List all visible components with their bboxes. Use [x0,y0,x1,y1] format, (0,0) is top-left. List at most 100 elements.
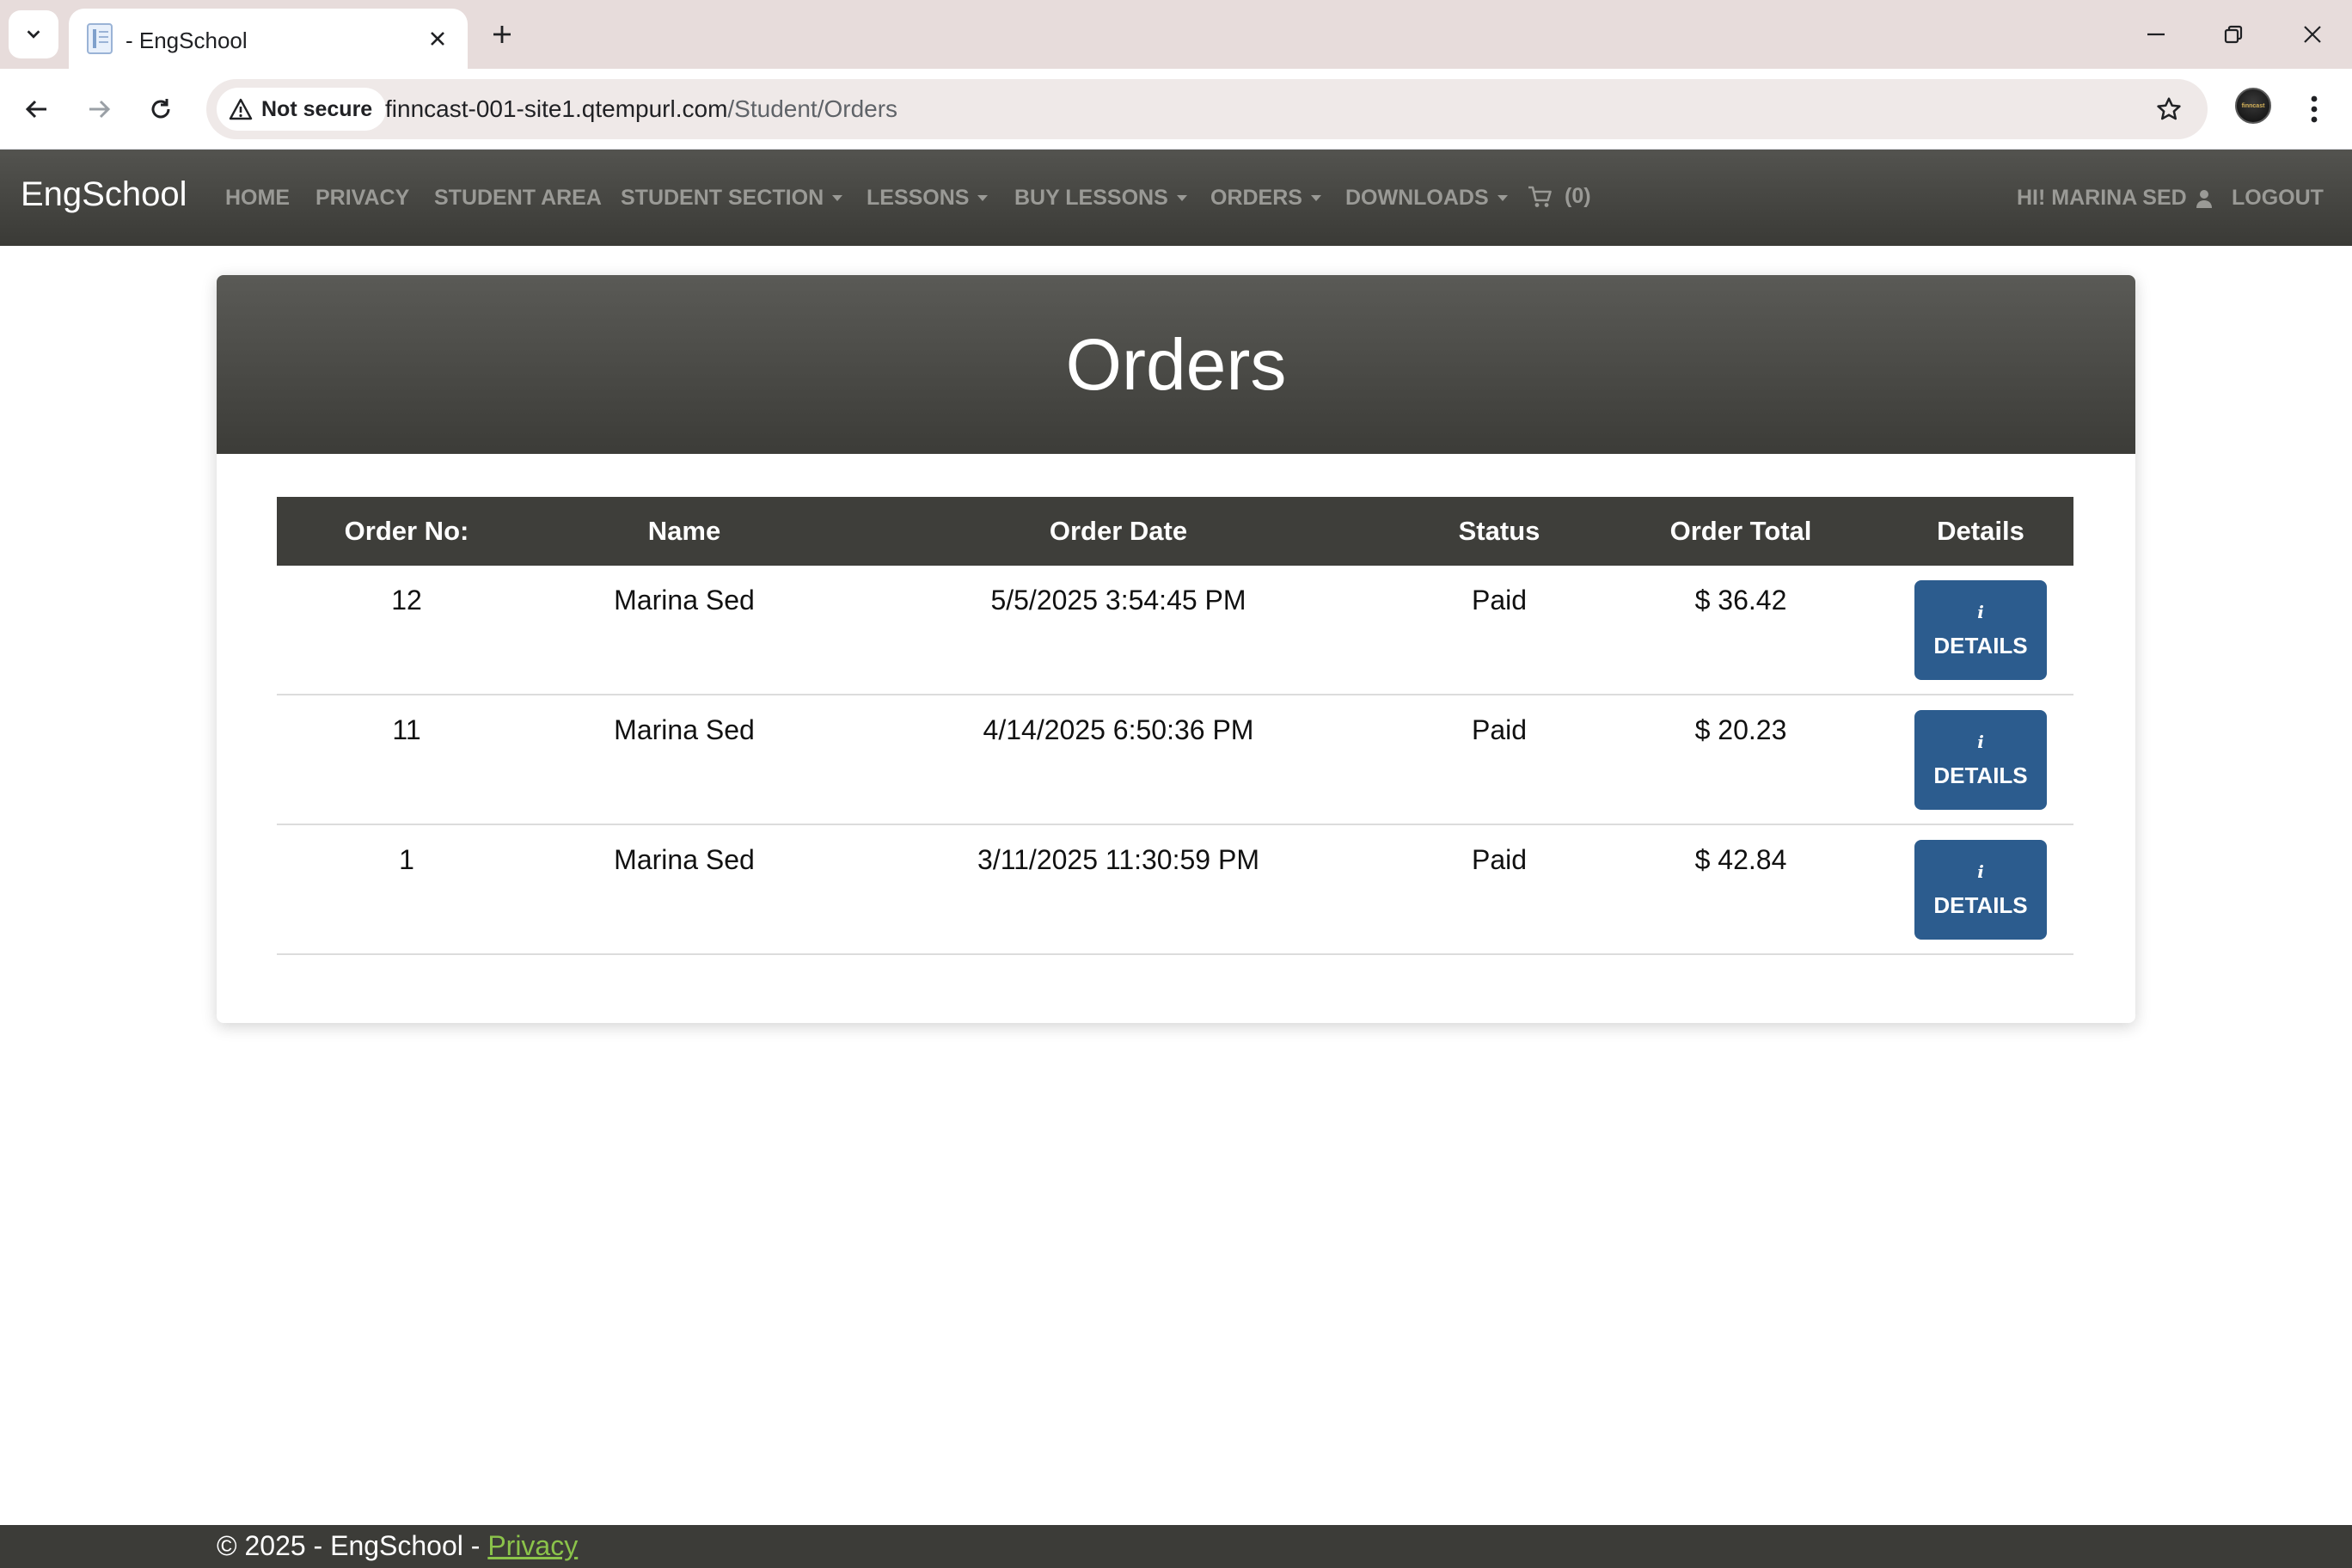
caret-down-icon [1310,195,1321,201]
nav-student-area-label: STUDENT AREA [434,186,602,210]
cell-order-total: $ 20.23 [1694,714,1787,745]
nav-downloads-label: DOWNLOADS [1345,186,1489,210]
column-header-order-total: Order Total [1669,516,1812,546]
star-icon [2157,97,2181,120]
arrow-right-icon [89,100,111,119]
table-header: Order No: Name Order Date Status Order T… [277,497,2073,566]
column-header-status: Status [1458,516,1540,546]
cell-status: Paid [1471,844,1528,875]
nav-lessons-dropdown[interactable]: LESSONS [867,186,989,211]
plus-icon [493,26,511,43]
back-button[interactable] [15,88,58,131]
browser-tabstrip: - EngSchool [0,0,2352,69]
nav-buy-lessons-label: BUY LESSONS [1014,186,1168,210]
profile-avatar-text: finncast [2241,102,2265,109]
table-row: 11 Marina Sed 4/14/2025 6:50:36 PM Paid … [277,695,2073,825]
info-icon: i [1977,601,1984,622]
nav-student-section-label: STUDENT SECTION [621,186,824,210]
bookmark-button[interactable] [2151,91,2187,127]
site-footer: © 2025 - EngSchool - Privacy [0,1525,2352,1568]
footer-text: © 2025 - EngSchool - Privacy [217,1530,578,1562]
cell-order-date: 3/11/2025 11:30:59 PM [977,844,1259,875]
orders-card: Orders Order No: Name Order Date Status … [217,275,2135,1023]
security-label: Not secure [261,96,373,121]
url-host: finncast-001-site1.qtempurl.com [385,95,728,122]
site-brand[interactable]: EngSchool [21,175,187,214]
close-icon [431,32,444,46]
nav-lessons-label: LESSONS [867,186,970,210]
cell-order-no: 1 [399,844,414,875]
user-icon [2196,189,2212,208]
cell-name: Marina Sed [614,844,755,875]
nav-orders-dropdown[interactable]: ORDERS [1210,186,1321,211]
cell-order-total: $ 36.42 [1694,585,1787,616]
restore-window-button[interactable] [2208,12,2259,57]
info-icon: i [1977,861,1984,882]
details-button-label: DETAILS [1933,762,2028,788]
nav-downloads-dropdown[interactable]: DOWNLOADS [1345,186,1508,211]
cell-details: i DETAILS [1888,695,2073,810]
details-button-label: DETAILS [1933,891,2028,918]
cell-details: i DETAILS [1888,825,2073,940]
caret-down-icon [977,195,989,201]
logout-label: LOGOUT [2232,186,2324,210]
browser-toolbar: Not secure finncast-001-site1.qtempurl.c… [0,69,2352,150]
nav-buy-lessons-dropdown[interactable]: BUY LESSONS [1014,186,1187,211]
url-text[interactable]: finncast-001-site1.qtempurl.com/Student/… [385,95,897,123]
site-navbar: EngSchool HOME PRIVACY STUDENT AREA STUD… [0,150,2352,246]
cell-order-total: $ 42.84 [1694,844,1787,875]
nav-logout[interactable]: LOGOUT [2232,186,2324,211]
cell-name: Marina Sed [614,585,755,616]
nav-home-label: HOME [225,186,290,210]
address-bar[interactable]: Not secure finncast-001-site1.qtempurl.c… [206,79,2208,139]
tab-search-button[interactable] [9,10,58,58]
nav-student-section-dropdown[interactable]: STUDENT SECTION [621,186,843,211]
cell-status: Paid [1471,714,1528,745]
minimize-icon [2147,33,2165,36]
details-button-label: DETAILS [1933,632,2028,658]
reload-button[interactable] [139,88,182,131]
details-button[interactable]: i DETAILS [1914,840,2047,940]
cell-order-no: 11 [392,714,421,745]
column-header-name: Name [647,516,721,546]
nav-home[interactable]: HOME [225,186,290,211]
details-button[interactable]: i DETAILS [1914,710,2047,810]
orders-table: Order No: Name Order Date Status Order T… [277,497,2073,955]
cell-name: Marina Sed [614,714,755,745]
tab-close-button[interactable] [423,24,452,53]
chevron-down-icon [27,30,40,39]
footer-privacy-link[interactable]: Privacy [487,1530,578,1561]
shopping-cart-icon [1528,186,1552,207]
nav-orders-label: ORDERS [1210,186,1302,210]
forward-button[interactable] [77,88,120,131]
column-header-details: Details [1937,516,2024,546]
details-button[interactable]: i DETAILS [1914,580,2047,680]
table-row: 1 Marina Sed 3/11/2025 11:30:59 PM Paid … [277,825,2073,955]
caret-down-icon [1497,195,1508,201]
nav-privacy-label: PRIVACY [315,186,410,210]
cell-details: i DETAILS [1888,566,2073,680]
page-favicon-icon [87,23,113,54]
close-icon [2304,26,2321,43]
nav-user-greeting[interactable]: HI! MARINA SED [2017,186,2213,211]
security-indicator[interactable]: Not secure [217,88,387,131]
column-header-order-no: Order No: [344,516,469,546]
new-tab-button[interactable] [485,17,519,52]
browser-tab-active[interactable]: - EngSchool [69,9,468,69]
cell-status: Paid [1471,585,1528,616]
url-path: /Student/Orders [727,95,898,122]
nav-student-area[interactable]: STUDENT AREA [434,186,602,211]
nav-cart[interactable]: (0) [1527,184,1591,209]
cell-order-no: 12 [391,585,422,616]
nav-privacy[interactable]: PRIVACY [315,186,409,211]
cart-count: (0) [1565,184,1591,208]
cell-order-date: 5/5/2025 3:54:45 PM [990,585,1246,616]
close-window-button[interactable] [2287,12,2338,57]
arrow-left-icon [25,100,46,119]
minimize-window-button[interactable] [2130,12,2182,57]
profile-avatar[interactable]: finncast [2235,88,2271,124]
warning-icon [229,98,253,120]
tab-title: - EngSchool [126,28,248,53]
column-header-order-date: Order Date [1049,516,1188,546]
browser-menu-button[interactable] [2295,88,2333,131]
